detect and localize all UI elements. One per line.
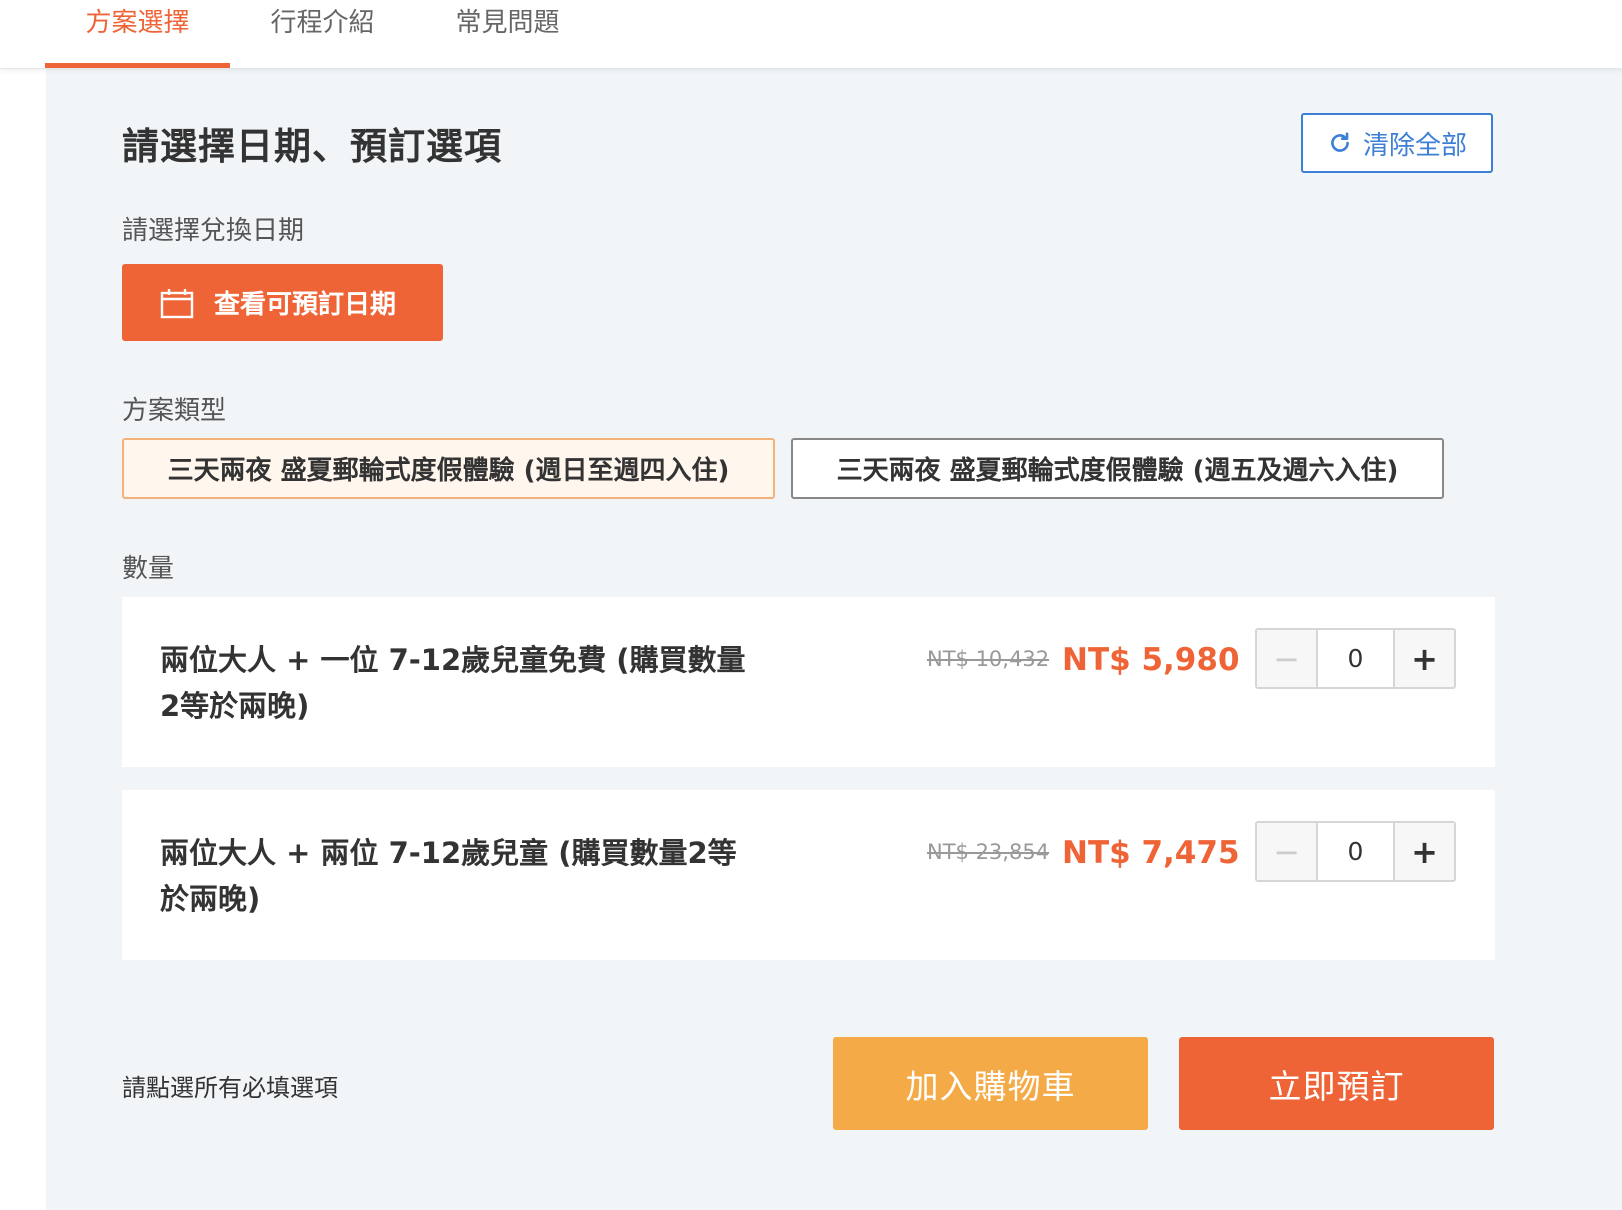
decrease-button[interactable]: − — [1257, 630, 1318, 687]
package-card: 兩位大人 + 一位 7-12歲兒童免費 (購買數量2等於兩晚) NT$ 10,4… — [122, 597, 1495, 767]
increase-button[interactable]: + — [1393, 630, 1454, 687]
view-available-dates-button[interactable]: 查看可預訂日期 — [122, 264, 443, 341]
add-to-cart-button[interactable]: 加入購物車 — [833, 1037, 1148, 1130]
quantity-label: 數量 — [122, 554, 175, 584]
required-options-hint: 請點選所有必填選項 — [122, 1074, 338, 1102]
date-section-label: 請選擇兌換日期 — [122, 216, 305, 246]
original-price: NT$ 10,432 — [927, 647, 1050, 671]
clear-all-label: 清除全部 — [1362, 130, 1467, 161]
increase-button[interactable]: + — [1393, 823, 1454, 880]
tab-label: 方案選擇 — [85, 8, 190, 38]
clear-all-button[interactable]: 清除全部 — [1301, 113, 1493, 173]
package-title: 兩位大人 + 一位 7-12歲兒童免費 (購買數量2等於兩晚) — [160, 643, 746, 723]
tab-label: 行程介紹 — [270, 8, 375, 38]
plan-option-label: 三天兩夜 盛夏郵輪式度假體驗 (週五及週六入住) — [836, 456, 1399, 486]
calendar-icon — [160, 288, 194, 318]
tab-itinerary[interactable]: 行程介紹 — [230, 0, 415, 68]
plan-option-label: 三天兩夜 盛夏郵輪式度假體驗 (週日至週四入住) — [167, 456, 730, 486]
view-dates-label: 查看可預訂日期 — [214, 290, 397, 320]
quantity-stepper: − + — [1255, 628, 1456, 689]
page-title: 請選擇日期、預訂選項 — [122, 125, 502, 168]
quantity-input[interactable] — [1318, 630, 1393, 687]
refresh-icon — [1331, 132, 1349, 152]
plan-option-sun-thu[interactable]: 三天兩夜 盛夏郵輪式度假體驗 (週日至週四入住) — [122, 438, 775, 499]
quantity-stepper: − + — [1255, 821, 1456, 882]
add-to-cart-label: 加入購物車 — [905, 1066, 1076, 1106]
sale-price: NT$ 5,980 — [1062, 642, 1240, 678]
tab-plan-selection[interactable]: 方案選擇 — [45, 0, 230, 68]
plan-option-fri-sat[interactable]: 三天兩夜 盛夏郵輪式度假體驗 (週五及週六入住) — [791, 438, 1444, 499]
original-price: NT$ 23,854 — [927, 840, 1050, 864]
sale-price: NT$ 7,475 — [1062, 835, 1240, 871]
tab-faq[interactable]: 常見問題 — [415, 0, 600, 68]
book-now-label: 立即預訂 — [1268, 1066, 1405, 1106]
package-card: 兩位大人 + 兩位 7-12歲兒童 (購買數量2等於兩晚) NT$ 23,854… — [122, 790, 1495, 960]
tab-bar: 方案選擇 行程介紹 常見問題 — [0, 0, 1622, 69]
tab-label: 常見問題 — [455, 8, 560, 38]
plan-type-label: 方案類型 — [122, 396, 227, 426]
package-title: 兩位大人 + 兩位 7-12歲兒童 (購買數量2等於兩晚) — [160, 836, 737, 916]
book-now-button[interactable]: 立即預訂 — [1179, 1037, 1494, 1130]
quantity-input[interactable] — [1318, 823, 1393, 880]
decrease-button[interactable]: − — [1257, 823, 1318, 880]
